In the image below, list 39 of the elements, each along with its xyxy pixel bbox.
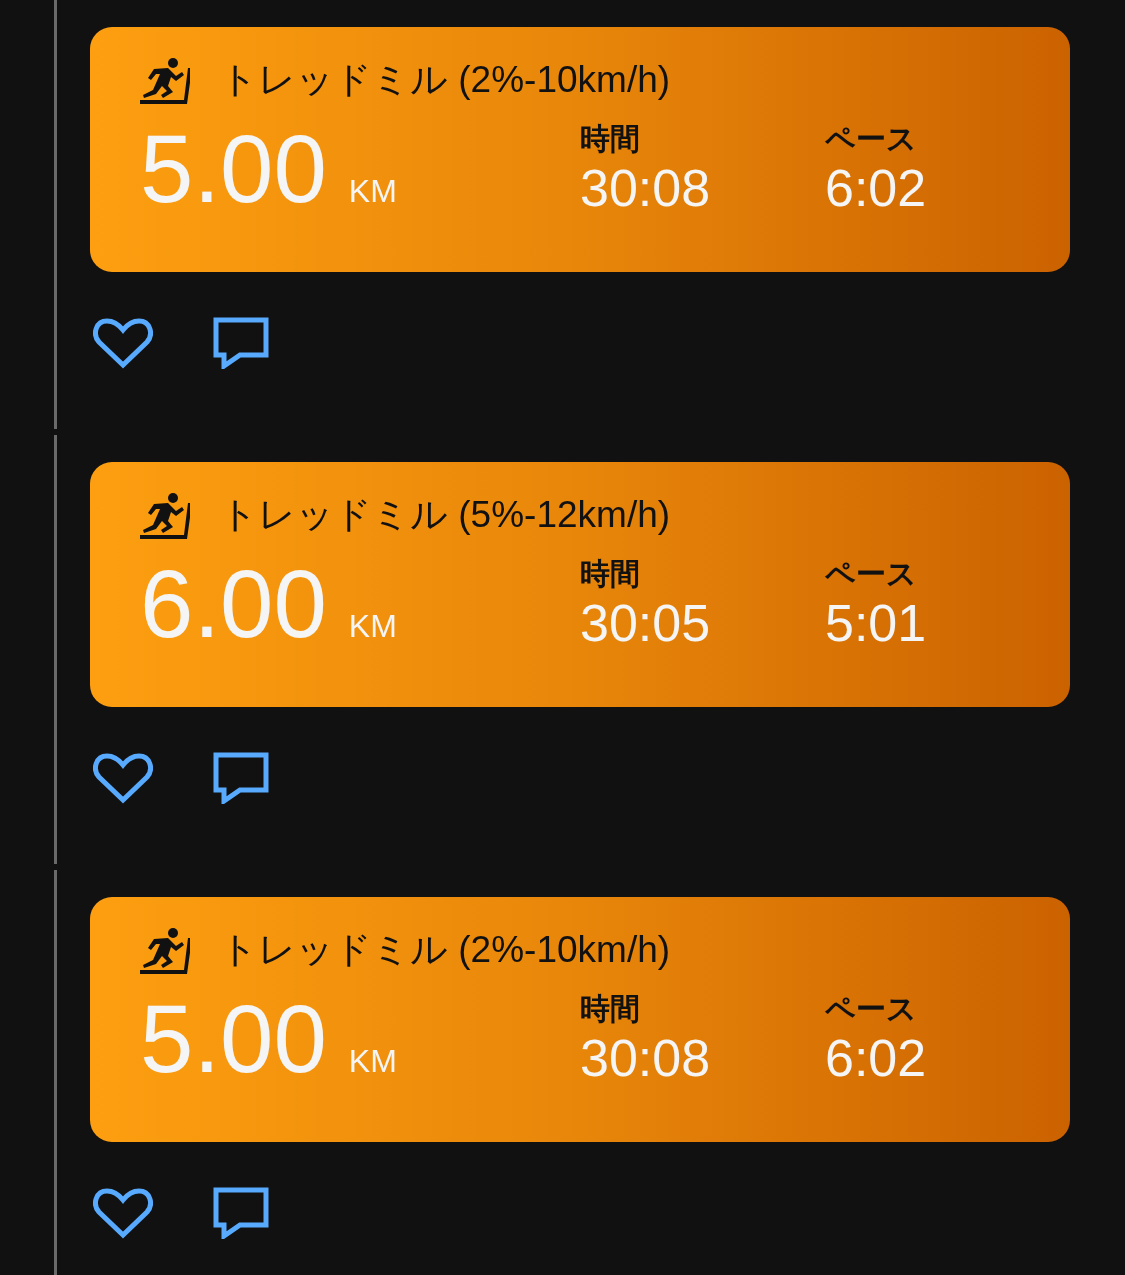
stat-value: 30:05 [580,595,712,653]
treadmill-runner-icon [140,56,190,104]
stat-value: 30:08 [580,1030,712,1088]
stat-value: 30:08 [580,160,712,218]
stat-label: 時間 [580,991,641,1027]
like-button[interactable] [93,752,153,804]
heart-icon [93,752,153,804]
heart-icon [93,1187,153,1239]
comment-icon [213,1187,269,1239]
distance-unit: KM [348,1043,397,1081]
comment-icon [213,752,269,804]
stat-label: ペース [825,991,918,1027]
like-button[interactable] [93,1187,153,1239]
stat-label: 時間 [580,121,641,157]
stat-label: ペース [825,556,918,592]
activity-title: トレッドミル (2%-10km/h) [220,58,671,102]
stat-value: 6:02 [825,1030,928,1088]
activity-title: トレッドミル (5%-12km/h) [220,493,671,537]
treadmill-runner-icon [140,926,190,974]
activity-title: トレッドミル (2%-10km/h) [220,928,671,972]
heart-icon [93,317,153,369]
distance-value: 5.00 [140,991,327,1088]
comment-button[interactable] [213,317,269,369]
comment-button[interactable] [213,752,269,804]
stat-value: 5:01 [825,595,928,653]
comment-icon [213,317,269,369]
stat-label: ペース [825,121,918,157]
distance-value: 5.00 [140,121,327,218]
activity-card[interactable]: トレッドミル (2%-10km/h) 5.00 KM 時間 30:08 ペース 6:02 [90,897,1070,1142]
distance-unit: KM [348,173,397,211]
stat-value: 6:02 [825,160,928,218]
treadmill-runner-icon [140,491,190,539]
like-button[interactable] [93,317,153,369]
stat-label: 時間 [580,556,641,592]
activity-card[interactable]: トレッドミル (5%-12km/h) 6.00 KM 時間 30:05 ペース 5:01 [90,462,1070,707]
activity-card[interactable]: トレッドミル (2%-10km/h) 5.00 KM 時間 30:08 ペース 6:02 [90,27,1070,272]
distance-value: 6.00 [140,556,327,653]
distance-unit: KM [348,608,397,646]
comment-button[interactable] [213,1187,269,1239]
